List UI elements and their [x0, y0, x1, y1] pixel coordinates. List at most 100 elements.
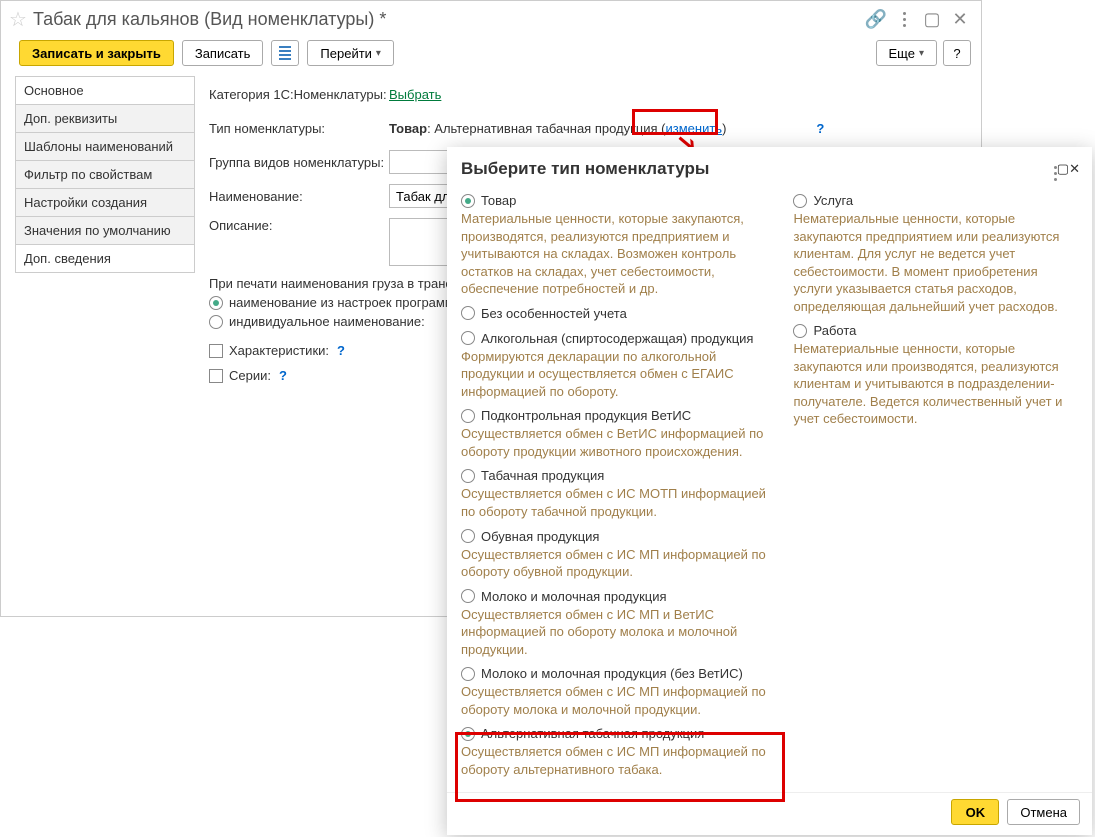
- option-goods-label: Товар: [481, 193, 516, 208]
- popup-left-column: Товар Материальные ценности, которые зак…: [461, 189, 775, 788]
- radio-icon: [209, 315, 223, 329]
- more-icon[interactable]: [893, 9, 915, 31]
- sub-option[interactable]: Алкогольная (спиртосодержащая) продукция: [461, 331, 775, 346]
- radio-icon: [461, 194, 475, 208]
- radio-icon: [793, 324, 807, 338]
- goto-label: Перейти: [320, 46, 372, 61]
- popup-close-icon[interactable]: ✕: [1069, 161, 1080, 177]
- nav-item-defaults[interactable]: Значения по умолчанию: [15, 217, 195, 245]
- sub-option-desc: Осуществляется обмен с ИС МП информацией…: [461, 743, 775, 778]
- type-label: Тип номенклатуры:: [209, 121, 389, 136]
- cancel-button[interactable]: Отмена: [1007, 799, 1080, 825]
- option-work-label: Работа: [813, 323, 856, 338]
- sub-option-label: Альтернативная табачная продукция: [481, 726, 704, 741]
- close-icon[interactable]: ✕: [949, 9, 971, 31]
- sub-option[interactable]: Табачная продукция: [461, 468, 775, 483]
- chars-help-icon[interactable]: ?: [337, 343, 345, 358]
- radio-icon: [461, 529, 475, 543]
- sub-option[interactable]: Без особенностей учета: [461, 306, 775, 321]
- chk1-label: Характеристики:: [229, 343, 329, 358]
- chevron-down-icon: ▾: [376, 48, 381, 59]
- sub-option-label: Табачная продукция: [481, 468, 604, 483]
- option-goods[interactable]: Товар: [461, 193, 775, 208]
- help-button[interactable]: ?: [943, 40, 971, 66]
- radio-icon: [461, 331, 475, 345]
- radio-icon: [461, 589, 475, 603]
- type-help-icon[interactable]: ?: [816, 121, 824, 136]
- maximize-icon[interactable]: ▢: [921, 9, 943, 31]
- option-service[interactable]: Услуга: [793, 193, 1078, 208]
- popup-select-type: Выберите тип номенклатуры ▢ ✕ Товар Мате…: [447, 147, 1092, 835]
- toolbar: Записать и закрыть Записать Перейти ▾ Еще…: [1, 36, 981, 74]
- more-label: Еще: [889, 46, 915, 61]
- sub-option-label: Молоко и молочная продукция (без ВетИС): [481, 666, 743, 681]
- radio-icon: [793, 194, 807, 208]
- sub-option-desc: Осуществляется обмен с ИС МОТП информаци…: [461, 485, 775, 520]
- radio2-label: индивидуальное наименование:: [229, 314, 425, 329]
- radio-icon: [461, 409, 475, 423]
- nav-item-create[interactable]: Настройки создания: [15, 189, 195, 217]
- title-bar: ☆ Табак для кальянов (Вид номенклатуры) …: [1, 1, 981, 36]
- type-value-close: ): [722, 121, 726, 136]
- sub-option-label: Алкогольная (спиртосодержащая) продукция: [481, 331, 753, 346]
- goto-button[interactable]: Перейти ▾: [307, 40, 394, 66]
- name-label: Наименование:: [209, 189, 389, 204]
- nav-item-main[interactable]: Основное: [15, 77, 195, 105]
- popup-title: Выберите тип номенклатуры: [461, 159, 709, 179]
- option-work[interactable]: Работа: [793, 323, 1078, 338]
- desc-label: Описание:: [209, 218, 389, 233]
- sub-option-desc: Осуществляется обмен с ИС МП информацией…: [461, 683, 775, 718]
- star-icon[interactable]: ☆: [9, 7, 27, 32]
- list-icon: [279, 46, 291, 60]
- type-value: Товар: Альтернативная табачная продукция…: [389, 121, 726, 136]
- nav-item-templates[interactable]: Шаблоны наименований: [15, 133, 195, 161]
- sub-option[interactable]: Обувная продукция: [461, 529, 775, 544]
- nav-item-extra[interactable]: Доп. сведения: [15, 245, 195, 273]
- sub-option-desc: Осуществляется обмен с ИС МП и ВетИС инф…: [461, 606, 775, 659]
- list-button[interactable]: [271, 40, 299, 66]
- sub-option-desc: Осуществляется обмен с ВетИС информацией…: [461, 425, 775, 460]
- radio-icon: [461, 469, 475, 483]
- chk2-label: Серии:: [229, 368, 271, 383]
- sub-option-desc: Осуществляется обмен с ИС МП информацией…: [461, 546, 775, 581]
- radio-icon: [461, 667, 475, 681]
- group-label: Группа видов номенклатуры:: [209, 155, 389, 170]
- popup-header: Выберите тип номенклатуры ▢ ✕: [447, 147, 1092, 185]
- window-title: Табак для кальянов (Вид номенклатуры) *: [33, 9, 386, 30]
- ok-button[interactable]: OK: [951, 799, 999, 825]
- sub-option-label: Молоко и молочная продукция: [481, 589, 667, 604]
- chevron-down-icon: ▾: [919, 48, 924, 59]
- option-service-desc: Нематериальные ценности, которые закупаю…: [793, 210, 1078, 315]
- nav-item-props[interactable]: Доп. реквизиты: [15, 105, 195, 133]
- type-value-rest: : Альтернативная табачная продукция (: [427, 121, 665, 136]
- checkbox-icon: [209, 344, 223, 358]
- radio1-label: наименование из настроек программы: [229, 295, 463, 310]
- radio-icon: [461, 727, 475, 741]
- sub-option[interactable]: Подконтрольная продукция ВетИС: [461, 408, 775, 423]
- popup-footer: OK Отмена: [447, 792, 1092, 835]
- radio-icon: [461, 306, 475, 320]
- nav-panel: Основное Доп. реквизиты Шаблоны наименов…: [15, 76, 195, 397]
- checkbox-icon: [209, 369, 223, 383]
- radio-icon: [209, 296, 223, 310]
- category-select-link[interactable]: Выбрать: [389, 87, 441, 102]
- series-help-icon[interactable]: ?: [279, 368, 287, 383]
- category-label: Категория 1С:Номенклатуры:: [209, 87, 389, 102]
- save-button[interactable]: Записать: [182, 40, 264, 66]
- nav-item-filter[interactable]: Фильтр по свойствам: [15, 161, 195, 189]
- save-close-button[interactable]: Записать и закрыть: [19, 40, 174, 66]
- sub-option-label: Без особенностей учета: [481, 306, 627, 321]
- sub-option-label: Обувная продукция: [481, 529, 599, 544]
- more-button[interactable]: Еще ▾: [876, 40, 937, 66]
- sub-option-label: Подконтрольная продукция ВетИС: [481, 408, 691, 423]
- popup-maximize-icon[interactable]: ▢: [1057, 161, 1069, 177]
- sub-option[interactable]: Альтернативная табачная продукция: [461, 726, 775, 741]
- popup-right-column: Услуга Нематериальные ценности, которые …: [793, 189, 1078, 788]
- sub-option[interactable]: Молоко и молочная продукция (без ВетИС): [461, 666, 775, 681]
- type-value-bold: Товар: [389, 121, 427, 136]
- sub-option[interactable]: Молоко и молочная продукция: [461, 589, 775, 604]
- option-work-desc: Нематериальные ценности, которые закупаю…: [793, 340, 1078, 428]
- sub-option-desc: Формируются декларации по алкогольной пр…: [461, 348, 775, 401]
- link-icon[interactable]: 🔗: [865, 9, 887, 31]
- option-goods-desc: Материальные ценности, которые закупаютс…: [461, 210, 775, 298]
